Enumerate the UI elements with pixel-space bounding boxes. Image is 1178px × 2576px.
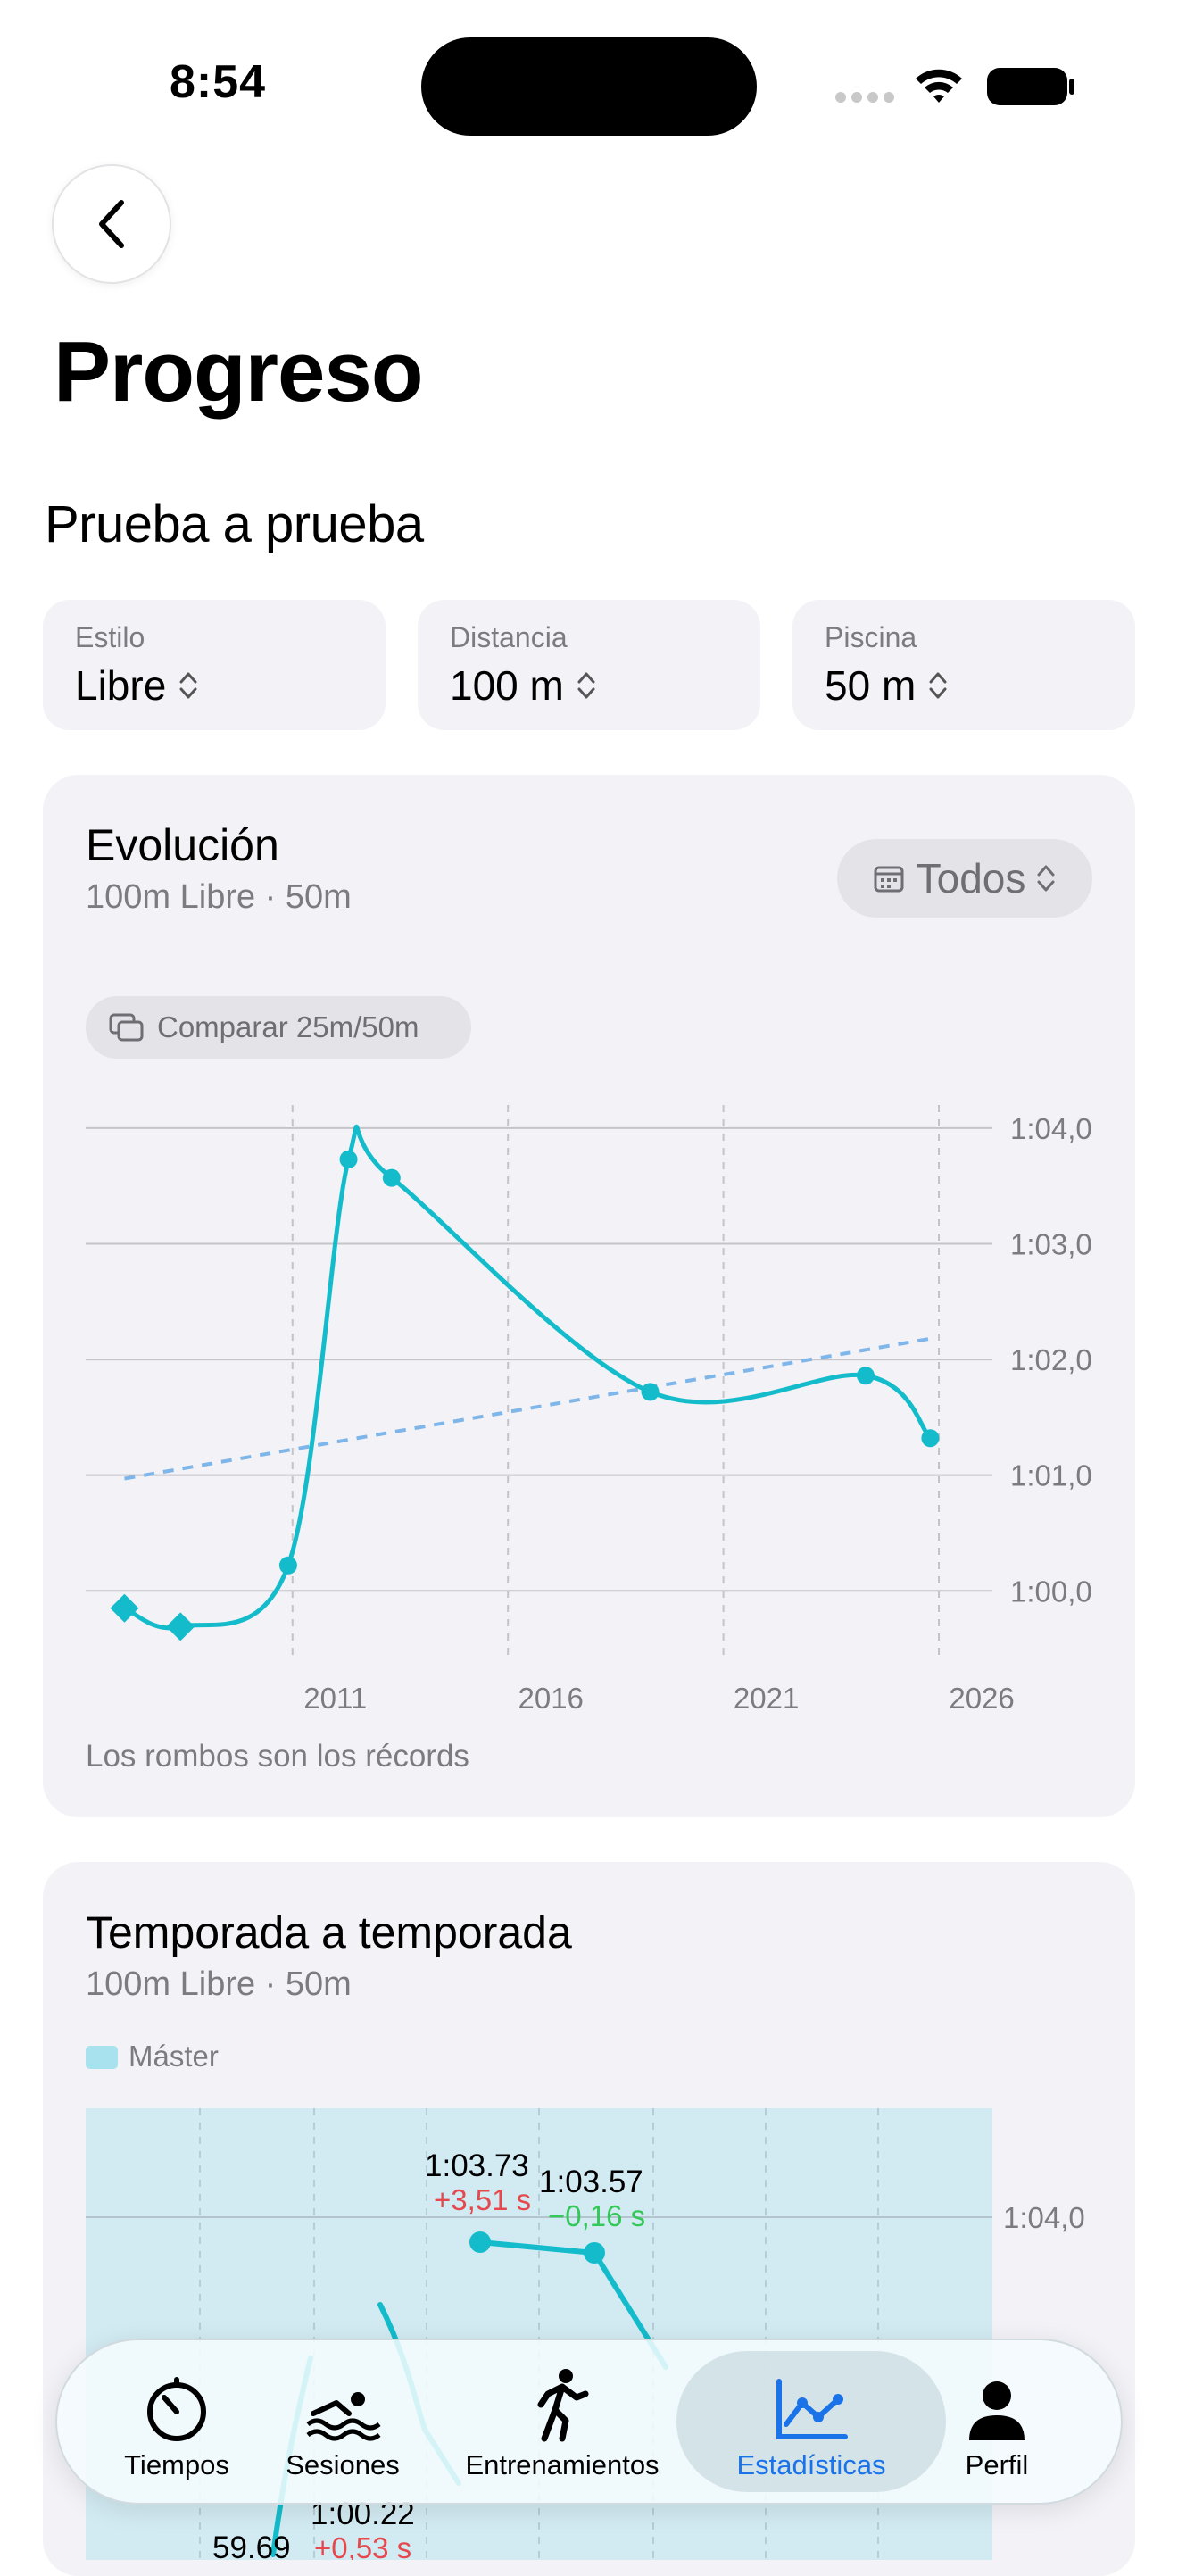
y-tick-label: 1:03,0: [1010, 1228, 1092, 1261]
data-point: [921, 1429, 940, 1448]
person-icon: [969, 2381, 1025, 2440]
y-tick-label: 1:01,0: [1010, 1459, 1092, 1492]
y-tick-label: 1:04,0: [1010, 1112, 1092, 1145]
tab-label: Entrenamientos: [465, 2449, 660, 2480]
season-point: [584, 2242, 605, 2264]
annotation-delta: +0,53 s: [314, 2531, 411, 2560]
data-point: [278, 1556, 297, 1575]
record-diamond: [166, 1612, 195, 1641]
annotation-delta: −0,16 s: [548, 2199, 645, 2232]
tab-label: Sesiones: [286, 2449, 400, 2480]
season-point: [469, 2231, 491, 2253]
tab-tiempos[interactable]: Tiempos: [111, 2365, 243, 2481]
data-point: [641, 1383, 660, 1401]
tab-label: Estadísticas: [736, 2449, 886, 2480]
tab-label: Tiempos: [124, 2449, 229, 2480]
series-line: [123, 1124, 933, 1631]
chart-footnote: Los rombos son los récords: [86, 1739, 469, 1774]
legend-swatch: [86, 2046, 118, 2069]
tab-estadisticas[interactable]: Estadísticas: [710, 2365, 912, 2481]
legend-label: Máster: [129, 2040, 219, 2073]
annotation-delta: +3,51 s: [434, 2183, 531, 2216]
chart-line-icon: [776, 2379, 848, 2439]
annotation-time: 1:03.57: [539, 2165, 643, 2199]
y-tick-label: 1:02,0: [1010, 1343, 1092, 1376]
tab-label: Perfil: [965, 2449, 1029, 2480]
stopwatch-icon: [147, 2377, 206, 2441]
tab-entrenamientos[interactable]: Entrenamientos: [455, 2365, 669, 2481]
annotation-time: 1:03.73: [425, 2148, 529, 2183]
season-y-tick: 1:04,0: [1003, 2201, 1085, 2234]
x-tick-label: 2021: [734, 1682, 799, 1715]
data-point: [382, 1168, 401, 1187]
x-tick-label: 2016: [518, 1682, 583, 1715]
season-subtitle: 100m Libre · 50m: [86, 1965, 352, 2003]
data-point: [856, 1367, 875, 1385]
swimmer-icon: [306, 2392, 381, 2441]
y-tick-label: 1:00,0: [1010, 1575, 1092, 1608]
season-title: Temporada a temporada: [86, 1907, 572, 1957]
tab-sesiones[interactable]: Sesiones: [273, 2365, 412, 2481]
tab-perfil[interactable]: Perfil: [950, 2365, 1044, 2481]
runner-icon: [537, 2369, 589, 2442]
x-tick-label: 2026: [949, 1682, 1014, 1715]
annotation-time: 59.69: [212, 2530, 291, 2560]
data-point: [339, 1150, 358, 1168]
x-tick-label: 2011: [303, 1682, 367, 1715]
record-diamond: [110, 1593, 139, 1623]
